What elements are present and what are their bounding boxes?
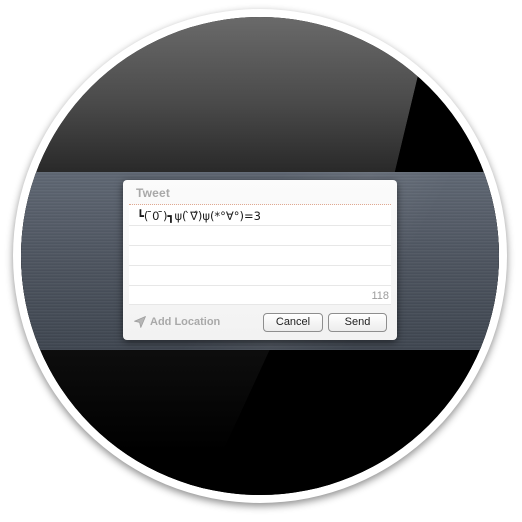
screenshot-stage: Tweet ┗( ̄0 ̄)┓ψ( ̀∇́)ψ(*°∀°)=3 118 Add … (0, 0, 522, 522)
dialog-title: Tweet (136, 186, 171, 200)
cancel-button[interactable]: Cancel (263, 313, 323, 332)
character-count: 118 (371, 290, 389, 302)
tweet-text-area[interactable]: ┗( ̄0 ̄)┓ψ( ̀∇́)ψ(*°∀°)=3 (129, 205, 391, 305)
send-button[interactable]: Send (328, 313, 387, 332)
add-location-label: Add Location (150, 316, 221, 328)
tweet-dialog: Tweet ┗( ̄0 ̄)┓ψ( ̀∇́)ψ(*°∀°)=3 118 Add … (123, 180, 397, 340)
ruled-line (129, 225, 391, 226)
add-location-button[interactable]: Add Location (133, 314, 220, 330)
tweet-text[interactable]: ┗( ̄0 ̄)┓ψ( ̀∇́)ψ(*°∀°)=3 (137, 209, 261, 223)
ruled-line (129, 245, 391, 246)
location-arrow-icon (133, 315, 147, 329)
ruled-line (129, 285, 391, 286)
ruled-line (129, 304, 391, 305)
ruled-line (129, 265, 391, 266)
